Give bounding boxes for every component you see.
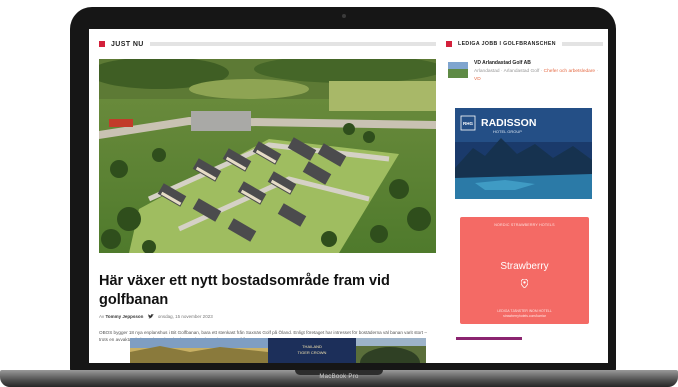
camera-icon [342, 14, 346, 18]
radisson-ad[interactable]: RHG RADISSON HOTEL GROUP [455, 108, 592, 199]
section-rule [149, 42, 436, 46]
section-marker [446, 41, 452, 47]
map-pin-icon [521, 279, 528, 288]
job-role[interactable]: VD [474, 77, 481, 82]
article-hero-image[interactable] [99, 59, 436, 253]
job-company: Arlandastad [474, 69, 500, 74]
job-location: Arlandastad Golf [503, 69, 540, 74]
section-marker [99, 41, 105, 47]
sidebar-ad-bar [456, 337, 522, 340]
strawberry-ad[interactable]: NORDIC STRAWBERRY HOTELS Strawberry LEDI… [460, 217, 589, 324]
twitter-icon[interactable] [147, 314, 154, 319]
sidebar: LEDIGA JOBB I GOLFBRANSCHEN [446, 39, 603, 49]
job-title[interactable]: VD Arlandastad Golf AB [474, 60, 531, 66]
radisson-ad-image: RHG RADISSON HOTEL GROUP [455, 108, 592, 199]
sidebar-section-title: LEDIGA JOBB I GOLFBRANSCHEN [458, 41, 556, 47]
article-headline[interactable]: Här växer ett nytt bostadsområde fram vi… [99, 272, 436, 310]
strawberry-bottom-text: LEDIGA TJÄNSTER INOM HOTELL strawberryho… [460, 309, 589, 319]
sidebar-section-header: LEDIGA JOBB I GOLFBRANSCHEN [446, 39, 603, 49]
radisson-subtitle: HOTEL GROUP [493, 129, 522, 134]
banner-ad-strip[interactable]: THAILAND TIGER CROWN [130, 338, 426, 363]
browser-screen: JUST NU Här växer ett nytt bostadsområde… [89, 29, 608, 363]
job-meta: Arlandastad · Arlandastad Golf · Chefer … [474, 69, 599, 82]
laptop-brand-label: MacBook Pro [319, 374, 359, 380]
section-title: JUST NU [111, 40, 144, 48]
laptop-mockup: JUST NU Här växer ett nytt bostadsområde… [0, 0, 678, 387]
article-date: onsdag, 15 november 2023 [157, 314, 213, 319]
byline-prefix: Av [99, 314, 105, 319]
job-category[interactable]: Chefer och arbetsledare [544, 69, 595, 74]
job-thumbnail [448, 62, 468, 78]
strip-ad-line-1: THAILAND [302, 344, 322, 349]
radisson-logo-mark: RHG [463, 121, 473, 126]
radisson-name: RADISSON [481, 117, 536, 129]
section-rule [561, 42, 603, 46]
job-listing[interactable]: VD Arlandastad Golf AB Arlandastad · Arl… [446, 60, 603, 92]
article-byline: Av Tommy Jeppsson onsdag, 15 november 20… [99, 314, 213, 319]
strawberry-bottom-line-2: strawberryhotels.com/karriar [503, 314, 546, 318]
section-header: JUST NU [99, 39, 436, 49]
author-link[interactable]: Tommy Jeppsson [105, 314, 143, 319]
strawberry-top-text: NORDIC STRAWBERRY HOTELS [494, 223, 555, 227]
strawberry-name: Strawberry [500, 261, 549, 272]
banner-ad-image: THAILAND TIGER CROWN [130, 338, 426, 363]
strip-ad-line-2: TIGER CROWN [298, 350, 327, 355]
aerial-photo [99, 59, 436, 253]
main-column: JUST NU Här växer ett nytt bostadsområde… [99, 39, 436, 342]
